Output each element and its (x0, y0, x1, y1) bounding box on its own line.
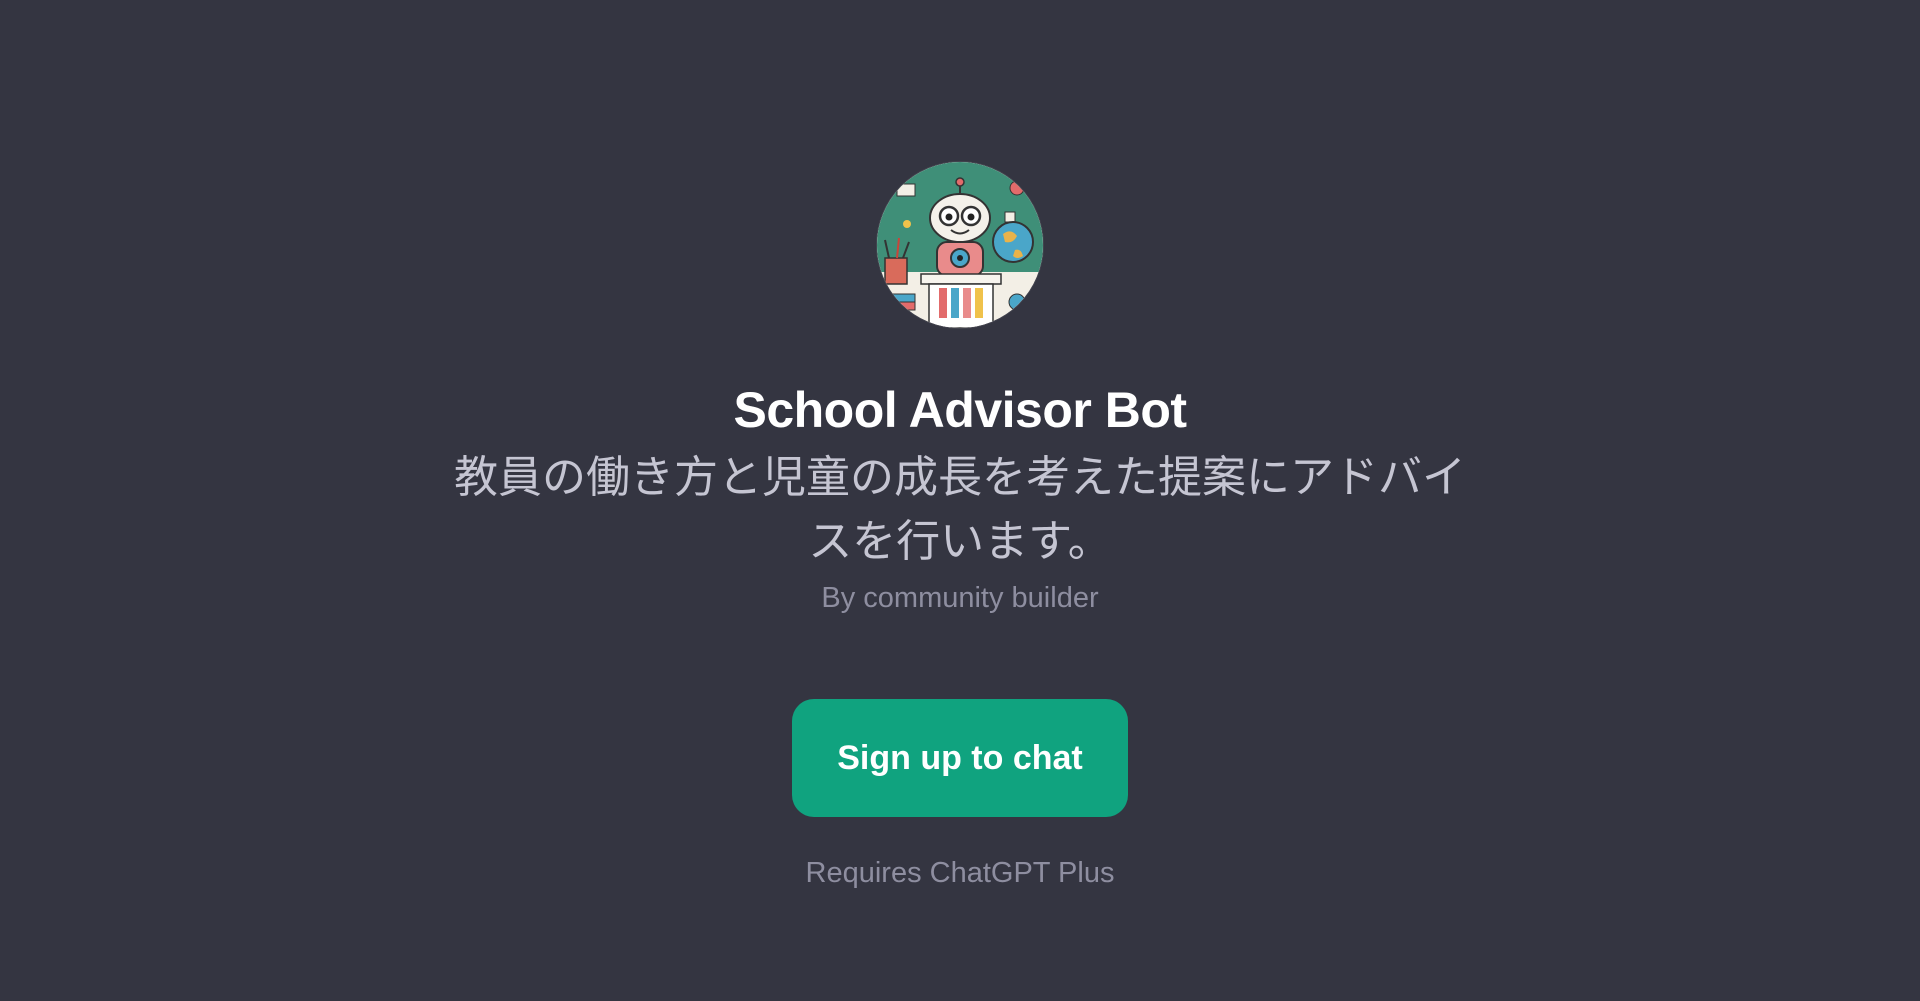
plus-requirement-note: Requires ChatGPT Plus (805, 857, 1115, 889)
sign-up-to-chat-button[interactable]: Sign up to chat (792, 699, 1128, 817)
gpt-title: School Advisor Bot (733, 382, 1187, 438)
robot-teacher-icon (877, 162, 1043, 328)
gpt-landing-page: School Advisor Bot 教員の働き方と児童の成長を考えた提案にアド… (0, 0, 1920, 1001)
gpt-description: 教員の働き方と児童の成長を考えた提案にアドバイスを行います。 (454, 453, 1466, 566)
gpt-author: By community builder (821, 582, 1099, 614)
gpt-avatar (877, 162, 1043, 328)
